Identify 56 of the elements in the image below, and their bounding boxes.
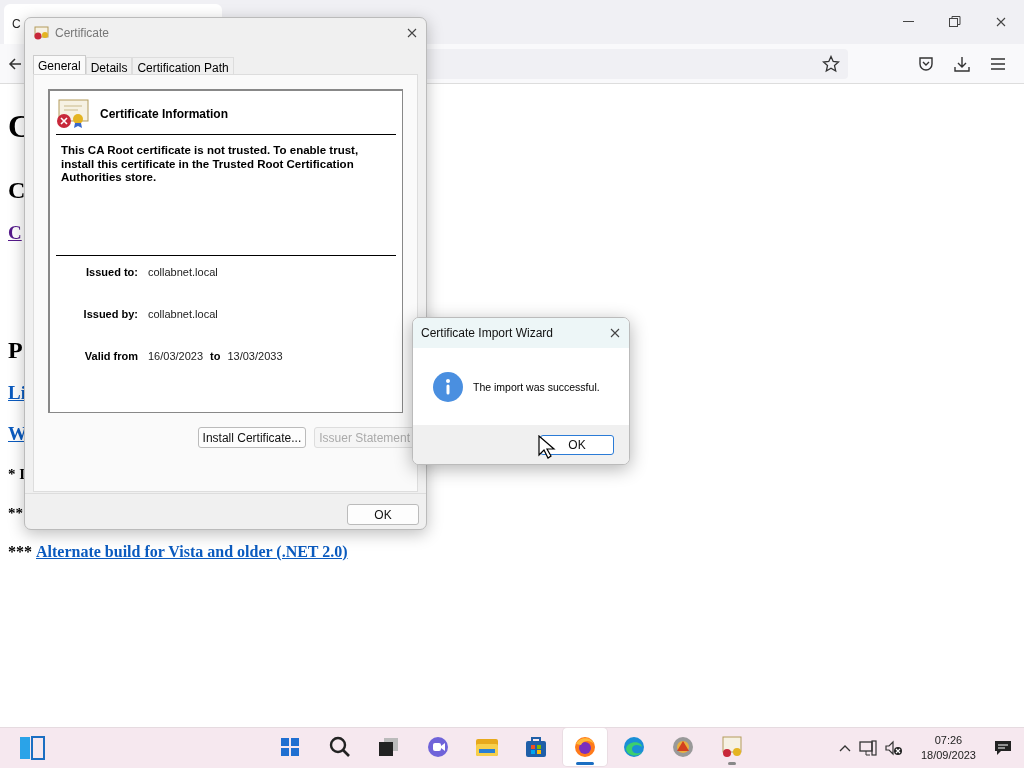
link[interactable]: Alternate build for Vista and older (.NET 2.0) xyxy=(36,542,348,562)
field-value: 13/03/2033 xyxy=(227,350,283,362)
star-icon[interactable] xyxy=(822,54,840,73)
muted-speaker-icon[interactable] xyxy=(884,740,903,756)
pocket-icon[interactable] xyxy=(918,55,934,72)
note-text: * I xyxy=(8,466,26,482)
dialog-tab[interactable]: General xyxy=(33,55,86,74)
restore-icon[interactable] xyxy=(949,16,961,28)
heading: C xyxy=(8,177,26,203)
field-value: 16/03/2023 xyxy=(148,350,204,362)
note-marker: *** xyxy=(8,542,32,562)
notification-icon[interactable] xyxy=(994,740,1012,756)
certificate-icon xyxy=(33,26,49,40)
ok-button[interactable]: OK xyxy=(540,434,614,455)
widgets-icon[interactable] xyxy=(19,736,45,760)
store-icon xyxy=(523,735,548,759)
menu-icon[interactable] xyxy=(990,56,1006,71)
task-view-icon xyxy=(376,735,401,759)
taskbar-app[interactable] xyxy=(562,728,607,766)
minimize-icon[interactable] xyxy=(903,21,915,23)
field-label: Issued by: xyxy=(82,308,138,320)
trust-message: This CA Root certificate is not trusted. To enable trust, install this certificate in the Trusted Root Certification Authorities store. xyxy=(61,144,359,183)
chat-icon xyxy=(425,735,450,759)
field-label: to xyxy=(210,350,221,362)
info-icon xyxy=(433,371,463,402)
link[interactable]: C xyxy=(8,222,22,243)
note-text: ** xyxy=(8,505,23,521)
chevron-up-icon[interactable] xyxy=(838,744,851,752)
dialog-tab[interactable]: Details xyxy=(85,57,133,74)
network-icon[interactable] xyxy=(858,740,877,756)
globe-icon xyxy=(621,735,646,759)
browser-icon xyxy=(572,735,597,759)
search-icon xyxy=(327,735,352,759)
success-message: The import was successful. xyxy=(473,380,600,393)
close-icon[interactable] xyxy=(406,27,418,39)
field-label: Issued to: xyxy=(85,266,138,278)
section-heading: Certificate Information xyxy=(100,107,228,121)
clock-time[interactable]: 07:26 xyxy=(934,733,963,748)
ok-button[interactable]: OK xyxy=(347,504,419,525)
clock-date[interactable]: 18/09/2023 xyxy=(920,748,976,763)
field-label: Valid from xyxy=(83,350,138,362)
dialog-title: Certificate xyxy=(55,26,111,40)
certificate-icon xyxy=(719,735,744,759)
dialog-tab[interactable]: Certification Path xyxy=(132,57,234,74)
dialog-button[interactable]: Install Certificate... xyxy=(197,427,307,448)
close-icon[interactable] xyxy=(609,327,621,339)
certificate-icon xyxy=(56,99,90,129)
heading: P xyxy=(8,337,23,363)
field-value: collabnet.local xyxy=(148,308,218,320)
disc-icon xyxy=(670,735,695,759)
field-value: collabnet.local xyxy=(148,266,218,278)
download-icon[interactable] xyxy=(954,55,970,72)
dialog-title: Certificate Import Wizard xyxy=(421,326,555,340)
cursor-icon xyxy=(538,435,556,459)
back-arrow-icon[interactable] xyxy=(8,56,22,71)
close-icon[interactable] xyxy=(995,16,1007,28)
